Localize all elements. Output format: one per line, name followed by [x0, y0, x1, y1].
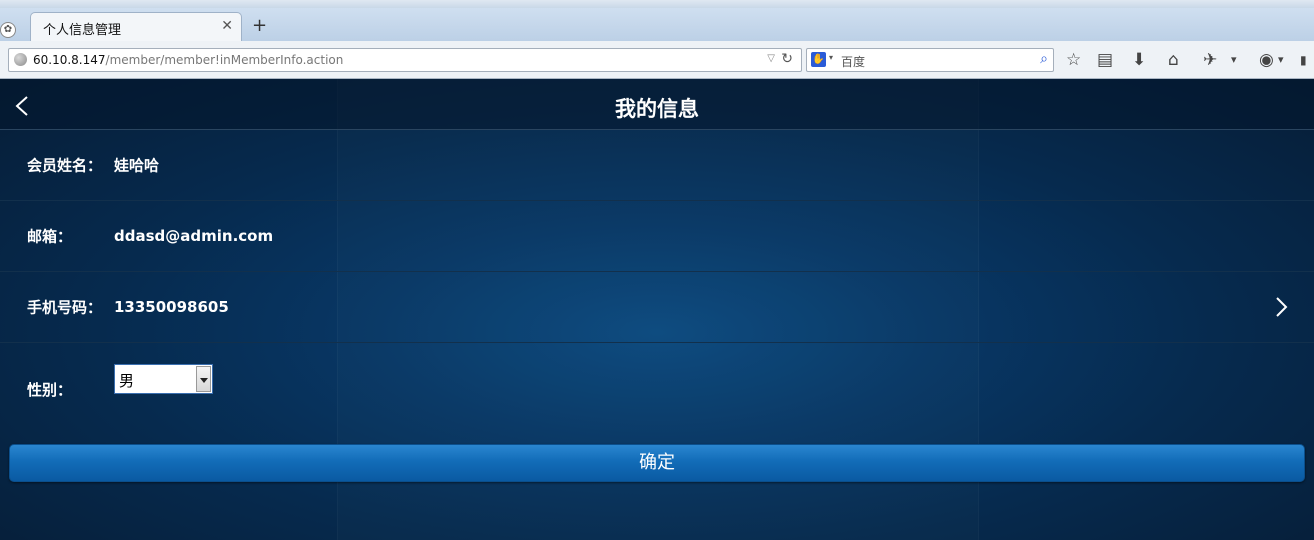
globe-icon [14, 53, 27, 66]
reload-icon[interactable]: ↻ [781, 51, 793, 67]
search-bar[interactable]: ✋ ▾ 百度 ⌕ [806, 48, 1054, 72]
browser-navbar: 60.10.8.147/member/member!inMemberInfo.a… [0, 41, 1314, 79]
addon-dropdown-icon[interactable]: ▾ [1231, 50, 1237, 70]
browser-app-icon[interactable]: ✿ [0, 22, 16, 38]
dropdown-icon[interactable]: ▽ [767, 53, 775, 64]
page-title: 我的信息 [615, 97, 699, 121]
addon-icon[interactable]: ✈ [1203, 50, 1217, 70]
page-header: 我的信息 [0, 79, 1314, 130]
new-tab-icon[interactable]: + [252, 17, 267, 35]
overflow-icon[interactable]: ▮ [1300, 50, 1307, 70]
confirm-button[interactable]: 确定 [9, 444, 1305, 482]
name-label: 会员姓名： [27, 156, 103, 175]
reading-list-icon[interactable]: ▤ [1097, 50, 1113, 70]
browser-menubar [0, 0, 1314, 8]
browser-tab[interactable]: 个人信息管理 ✕ [30, 12, 242, 41]
menu-icon[interactable]: ◉ [1259, 50, 1274, 70]
search-icon[interactable]: ⌕ [1040, 51, 1048, 67]
gender-select[interactable]: 男 [114, 364, 213, 394]
name-value: 娃哈哈 [114, 156, 160, 175]
browser-tabbar: ✿ 个人信息管理 ✕ + [0, 8, 1314, 41]
tab-title: 个人信息管理 [43, 23, 122, 38]
chevron-right-icon[interactable] [1274, 296, 1288, 318]
phone-row[interactable]: 手机号码： 13350098605 [0, 272, 1314, 343]
chevron-down-icon[interactable] [196, 366, 211, 392]
close-icon[interactable]: ✕ [221, 18, 233, 34]
page-content: 我的信息 会员姓名： 娃哈哈 邮箱： ddasd@admin.com 手机号码：… [0, 79, 1314, 540]
home-icon[interactable]: ⌂ [1168, 50, 1179, 70]
url-path: /member/member!inMemberInfo.action [105, 53, 344, 67]
menu-dropdown-icon[interactable]: ▾ [1278, 50, 1284, 70]
address-bar[interactable]: 60.10.8.147/member/member!inMemberInfo.a… [8, 48, 802, 72]
search-input[interactable]: 百度 [841, 53, 865, 70]
url-host: 60.10.8.147 [33, 53, 106, 67]
gender-label: 性别： [27, 381, 73, 399]
email-label: 邮箱： [27, 227, 73, 246]
gender-value: 男 [119, 372, 135, 390]
star-icon[interactable]: ☆ [1066, 50, 1081, 70]
url-text[interactable]: 60.10.8.147/member/member!inMemberInfo.a… [33, 53, 343, 67]
download-icon[interactable]: ⬇ [1132, 50, 1146, 70]
email-value: ddasd@admin.com [114, 227, 274, 245]
engine-dropdown-icon[interactable]: ▾ [829, 53, 833, 62]
phone-label: 手机号码： [27, 298, 103, 317]
name-row: 会员姓名： 娃哈哈 [0, 130, 1314, 201]
phone-value: 13350098605 [114, 298, 229, 316]
email-row: 邮箱： ddasd@admin.com [0, 201, 1314, 272]
baidu-icon[interactable]: ✋ [811, 52, 826, 67]
